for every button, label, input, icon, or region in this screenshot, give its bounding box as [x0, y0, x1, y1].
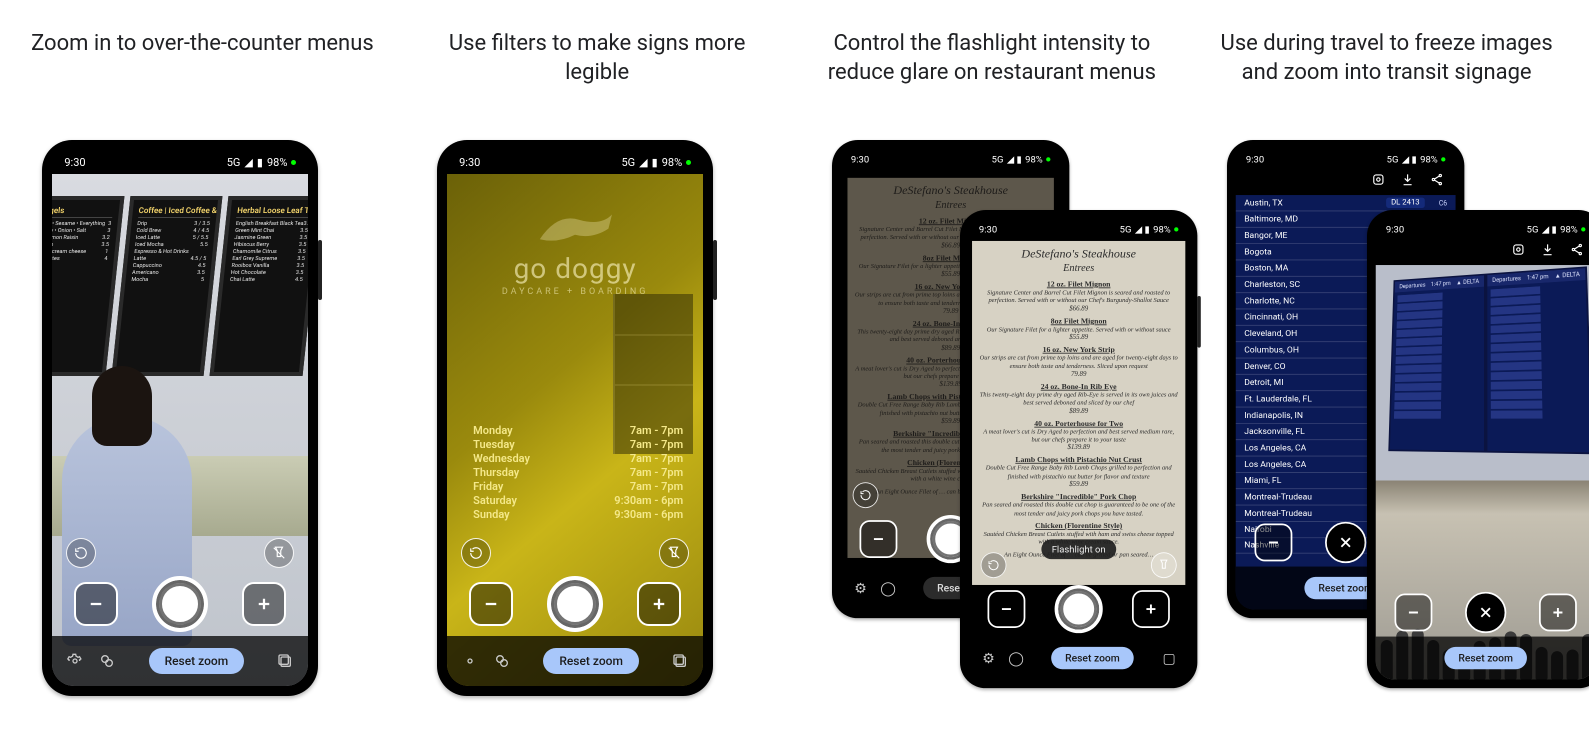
- store-tagline: DAYCARE + BOARDING: [447, 287, 703, 297]
- feature-col-1: Zoom in to over-the-counter menus 9:30 5…: [15, 30, 390, 700]
- shutter-button[interactable]: [1054, 585, 1102, 633]
- network-label: 5G: [621, 156, 635, 169]
- rotate-button[interactable]: [853, 482, 879, 508]
- flashlight-on-button[interactable]: [1151, 552, 1177, 578]
- signal-icon: ◢: [244, 156, 252, 169]
- rotate-button[interactable]: [66, 538, 96, 568]
- battery-pct: 98%: [267, 156, 287, 169]
- zoom-in-button[interactable]: [637, 582, 681, 626]
- battery-icon: ▮: [652, 156, 658, 169]
- gallery-icon[interactable]: ▢: [1161, 650, 1176, 665]
- shutter-button[interactable]: [547, 576, 603, 632]
- dog-logo-icon: [530, 204, 620, 248]
- status-bar: 9:30 5G◢ ▮98%: [1375, 219, 1589, 240]
- zoom-in-button[interactable]: [242, 582, 286, 626]
- caption: Zoom in to over-the-counter menus: [25, 30, 380, 140]
- lens-icon[interactable]: [1511, 243, 1525, 257]
- scene-menu: DeStefano's SteakhouseEntrees12 oz. File…: [972, 241, 1185, 585]
- filters-icon[interactable]: [98, 652, 116, 670]
- reset-zoom-button[interactable]: Reset zoom: [149, 648, 245, 674]
- battery-pct: 98%: [662, 156, 682, 169]
- download-icon[interactable]: [1540, 243, 1554, 257]
- filters-icon[interactable]: ◯: [1008, 650, 1023, 665]
- signal-icon: ◢: [639, 156, 647, 169]
- camera-viewfinder[interactable]: DeStefano's SteakhouseEntrees12 oz. File…: [968, 239, 1188, 679]
- settings-icon[interactable]: ⚙: [853, 580, 868, 595]
- phone-mock: 9:30 5G ◢ ▮ 98% BagelsPlain • Sesame • E…: [42, 140, 318, 696]
- rotate-button[interactable]: [981, 552, 1007, 578]
- store-hours: Monday7am - 7pmTuesday7am - 7pmWednesday…: [473, 423, 683, 522]
- status-bar: 9:30 5G◢ ▮98%: [968, 219, 1188, 240]
- phone-mock-front: 9:30 5G◢ ▮98% Departures1:47 pm▲ DELTA: [1367, 210, 1589, 688]
- status-bar: 9:30 5G◢ ▮98%: [1235, 149, 1455, 170]
- settings-icon[interactable]: ⚙: [981, 650, 996, 665]
- action-bar: [1375, 239, 1589, 265]
- reset-zoom-button[interactable]: Reset zoom: [543, 648, 639, 674]
- shutter-button[interactable]: [152, 576, 208, 632]
- action-bar: [1235, 169, 1455, 195]
- phone-mock-front: 9:30 5G◢ ▮98% DeStefano's SteakhouseEntr…: [960, 210, 1197, 688]
- settings-icon[interactable]: [461, 652, 479, 670]
- share-icon[interactable]: [1430, 173, 1444, 187]
- privacy-dot-icon: [686, 160, 691, 165]
- phone-mock: 9:30 5G ◢ ▮ 98%: [437, 140, 713, 696]
- zoom-out-button[interactable]: [859, 520, 897, 558]
- zoom-out-button[interactable]: [987, 590, 1025, 628]
- share-icon[interactable]: [1570, 243, 1584, 257]
- zoom-out-button[interactable]: [1394, 594, 1432, 632]
- close-button[interactable]: [1325, 522, 1366, 563]
- status-bar: 9:30 5G ◢ ▮ 98%: [52, 150, 308, 174]
- flashlight-off-button[interactable]: [659, 538, 689, 568]
- feature-col-4: Use during travel to freeze images and z…: [1199, 30, 1574, 700]
- feature-col-2: Use filters to make signs more legible 9…: [410, 30, 785, 700]
- filters-icon[interactable]: [493, 652, 511, 670]
- filters-icon[interactable]: ◯: [880, 580, 895, 595]
- zoom-out-button[interactable]: [1254, 524, 1292, 562]
- clock: 9:30: [64, 156, 85, 169]
- caption: Use during travel to freeze images and z…: [1199, 30, 1574, 140]
- frozen-image[interactable]: Departures1:47 pm▲ DELTA Departures1:47 …: [1375, 265, 1589, 680]
- zoom-in-button[interactable]: [1132, 590, 1170, 628]
- privacy-dot-icon: [291, 160, 296, 165]
- zoom-in-button[interactable]: [1539, 594, 1577, 632]
- caption: Use filters to make signs more legible: [410, 30, 785, 140]
- feature-col-3: Control the flashlight intensity to redu…: [805, 30, 1180, 700]
- flashlight-toast: Flashlight on: [1041, 539, 1116, 559]
- caption: Control the flashlight intensity to redu…: [805, 30, 1180, 140]
- battery-icon: ▮: [257, 156, 263, 169]
- flashlight-off-button[interactable]: [264, 538, 294, 568]
- zoom-out-button[interactable]: [469, 582, 513, 626]
- camera-viewfinder[interactable]: BagelsPlain • Sesame • Everything3Poppy …: [52, 174, 308, 686]
- network-label: 5G: [227, 156, 241, 169]
- zoom-out-button[interactable]: [74, 582, 118, 626]
- settings-icon[interactable]: [66, 652, 84, 670]
- download-icon[interactable]: [1400, 173, 1414, 187]
- camera-viewfinder[interactable]: go doggy DAYCARE + BOARDING Monday7am - …: [447, 174, 703, 686]
- gallery-icon[interactable]: [276, 652, 294, 670]
- status-bar: 9:30 5G◢ ▮98%: [840, 149, 1060, 170]
- status-bar: 9:30 5G ◢ ▮ 98%: [447, 150, 703, 174]
- close-button[interactable]: [1465, 592, 1506, 633]
- store-name: go doggy: [447, 252, 703, 285]
- bottom-bar: Reset zoom: [52, 636, 308, 686]
- rotate-button[interactable]: [461, 538, 491, 568]
- gallery-icon[interactable]: [671, 652, 689, 670]
- lens-icon[interactable]: [1371, 173, 1385, 187]
- reset-zoom-button[interactable]: Reset zoom: [1051, 647, 1133, 669]
- clock: 9:30: [459, 156, 480, 169]
- reset-zoom-button[interactable]: Reset zoom: [1444, 647, 1526, 669]
